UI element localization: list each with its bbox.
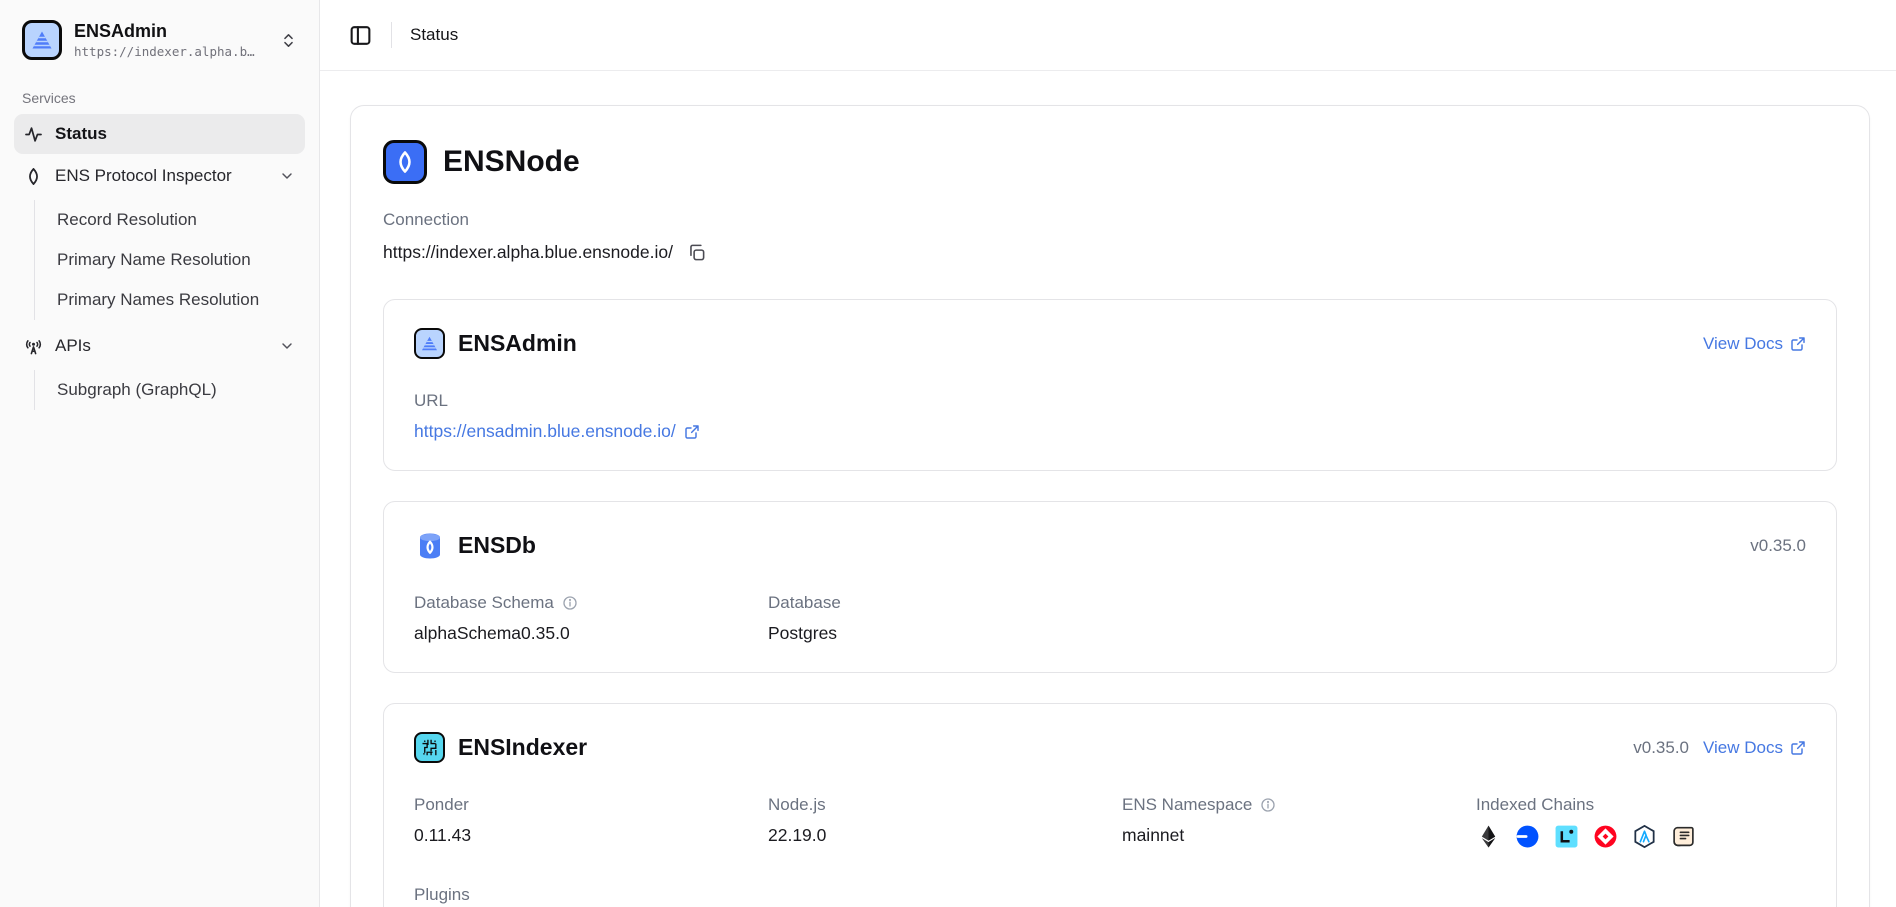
ensadmin-logo-icon xyxy=(22,20,62,60)
card-title: ENSAdmin xyxy=(458,330,577,357)
ensindexer-icon xyxy=(414,732,445,763)
info-icon[interactable] xyxy=(1260,797,1276,813)
main-area: Status ENSNode Connection https://indexe… xyxy=(320,0,1896,907)
page-content: ENSNode Connection https://indexer.alpha… xyxy=(320,71,1896,907)
field-ens-namespace: ENS Namespace mainnet xyxy=(1122,795,1452,849)
card-title: ENSIndexer xyxy=(458,734,587,761)
ensnode-header: ENSNode xyxy=(383,140,1837,184)
apis-sublist: Subgraph (GraphQL) xyxy=(34,370,305,410)
connection-label: Connection xyxy=(383,210,1837,230)
sidebar-item-label: ENS Protocol Inspector xyxy=(55,166,232,186)
connection-url: https://indexer.alpha.blue.ensnode.io/ xyxy=(383,242,673,263)
version-badge: v0.35.0 xyxy=(1633,738,1689,758)
view-docs-link[interactable]: View Docs xyxy=(1703,738,1806,758)
sidebar-toggle-button[interactable] xyxy=(348,23,373,48)
activity-icon xyxy=(24,125,43,144)
sidebar-item-status[interactable]: Status xyxy=(14,114,305,154)
version-badge: v0.35.0 xyxy=(1750,536,1806,556)
connection-url-short: https://indexer.alpha.b… xyxy=(74,43,268,61)
external-link-icon xyxy=(1790,336,1806,352)
url-label: URL xyxy=(414,391,1806,411)
sidebar-item-apis[interactable]: APIs xyxy=(14,326,305,366)
ensadmin-card: ENSAdmin View Docs xyxy=(383,299,1837,471)
copy-icon[interactable] xyxy=(687,243,706,262)
base-chain-icon[interactable] xyxy=(1515,824,1540,849)
sidebar-item-label: Status xyxy=(55,124,107,144)
ens-mark-icon xyxy=(24,167,43,186)
optimism-chain-icon[interactable] xyxy=(1593,824,1618,849)
sidebar-item-label: APIs xyxy=(55,336,91,356)
external-link-icon xyxy=(684,424,700,440)
ensdb-database-icon xyxy=(414,530,445,561)
indexed-chains-row xyxy=(1476,824,1806,849)
topbar-divider xyxy=(391,22,392,48)
field-ponder: Ponder 0.11.43 xyxy=(414,795,744,849)
app-switcher[interactable]: ENSAdmin https://indexer.alpha.b… xyxy=(14,12,305,68)
breadcrumb: Status xyxy=(410,25,458,45)
arbitrum-chain-icon[interactable] xyxy=(1632,824,1657,849)
ensadmin-icon xyxy=(414,328,445,359)
sidebar-item-record-resolution[interactable]: Record Resolution xyxy=(35,200,305,240)
topbar: Status xyxy=(320,0,1896,71)
chevron-down-icon xyxy=(279,338,295,354)
info-icon[interactable] xyxy=(562,595,578,611)
page-title: ENSNode xyxy=(443,145,580,179)
scroll-chain-icon[interactable] xyxy=(1671,824,1696,849)
sidebar-item-primary-names-resolution[interactable]: Primary Names Resolution xyxy=(35,280,305,320)
view-docs-link[interactable]: View Docs xyxy=(1703,334,1806,354)
chevrons-up-down-icon xyxy=(280,32,297,49)
sidebar-item-subgraph-graphql[interactable]: Subgraph (GraphQL) xyxy=(35,370,305,410)
services-group-label: Services xyxy=(22,90,297,106)
sidebar: ENSAdmin https://indexer.alpha.b… Servic… xyxy=(0,0,320,907)
ethereum-chain-icon[interactable] xyxy=(1476,824,1501,849)
app-title: ENSAdmin xyxy=(74,20,268,43)
field-database-schema: Database Schema alphaSchema0.35.0 xyxy=(414,593,744,644)
ens-protocol-inspector-sublist: Record Resolution Primary Name Resolutio… xyxy=(34,200,305,320)
sidebar-nav: Status ENS Protocol Inspector Record Res… xyxy=(14,114,305,414)
sidebar-item-ens-protocol-inspector[interactable]: ENS Protocol Inspector xyxy=(14,156,305,196)
ensadmin-url-link[interactable]: https://ensadmin.blue.ensnode.io/ xyxy=(414,421,1806,442)
ensnode-panel: ENSNode Connection https://indexer.alpha… xyxy=(350,105,1870,907)
radio-tower-icon xyxy=(24,337,43,356)
ensindexer-card: ENSIndexer v0.35.0 View Docs xyxy=(383,703,1837,907)
field-database: Database Postgres xyxy=(768,593,1098,644)
external-link-icon xyxy=(1790,740,1806,756)
linea-chain-icon[interactable] xyxy=(1554,824,1579,849)
field-nodejs: Node.js 22.19.0 xyxy=(768,795,1098,849)
card-title: ENSDb xyxy=(458,532,536,559)
chevron-down-icon xyxy=(279,168,295,184)
ensnode-logo-icon xyxy=(383,140,427,184)
plugins-label: Plugins xyxy=(414,885,1806,905)
ensdb-card: ENSDb v0.35.0 Database Schema alphaSch xyxy=(383,501,1837,673)
field-indexed-chains: Indexed Chains xyxy=(1476,795,1806,849)
sidebar-item-primary-name-resolution[interactable]: Primary Name Resolution xyxy=(35,240,305,280)
